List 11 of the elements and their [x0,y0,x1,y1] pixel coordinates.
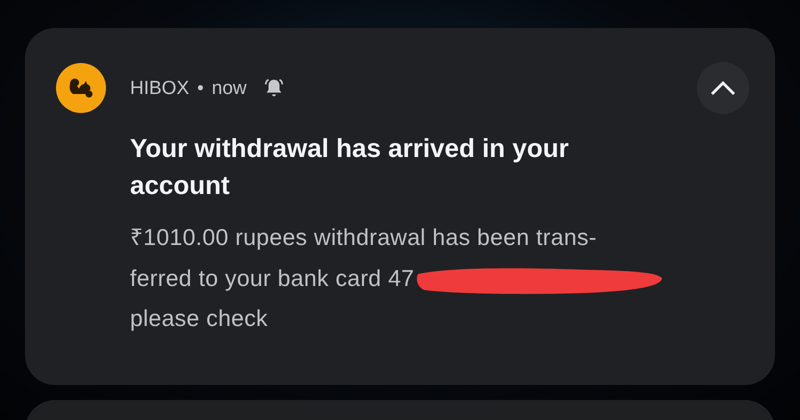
notification-card[interactable]: HIBOX • now Your withdrawal has arrived in your account ₹1010.00 rupees withdrawal has been trans- ferred to your bank card 47 please check [25,28,775,385]
chevron-up-icon [710,80,736,96]
timestamp: now [212,78,247,98]
message-line: ₹1010.00 rupees withdrawal has been trans- [130,223,597,252]
app-name: HIBOX [130,78,190,98]
squirrel-logo-icon [56,63,106,113]
separator: • [197,78,204,98]
notification-title: Your withdrawal has arrived in your account [130,132,570,202]
bell-icon [262,77,285,99]
message-line: ferred to your bank card 47 [130,264,414,293]
message-line: please check [130,304,268,333]
